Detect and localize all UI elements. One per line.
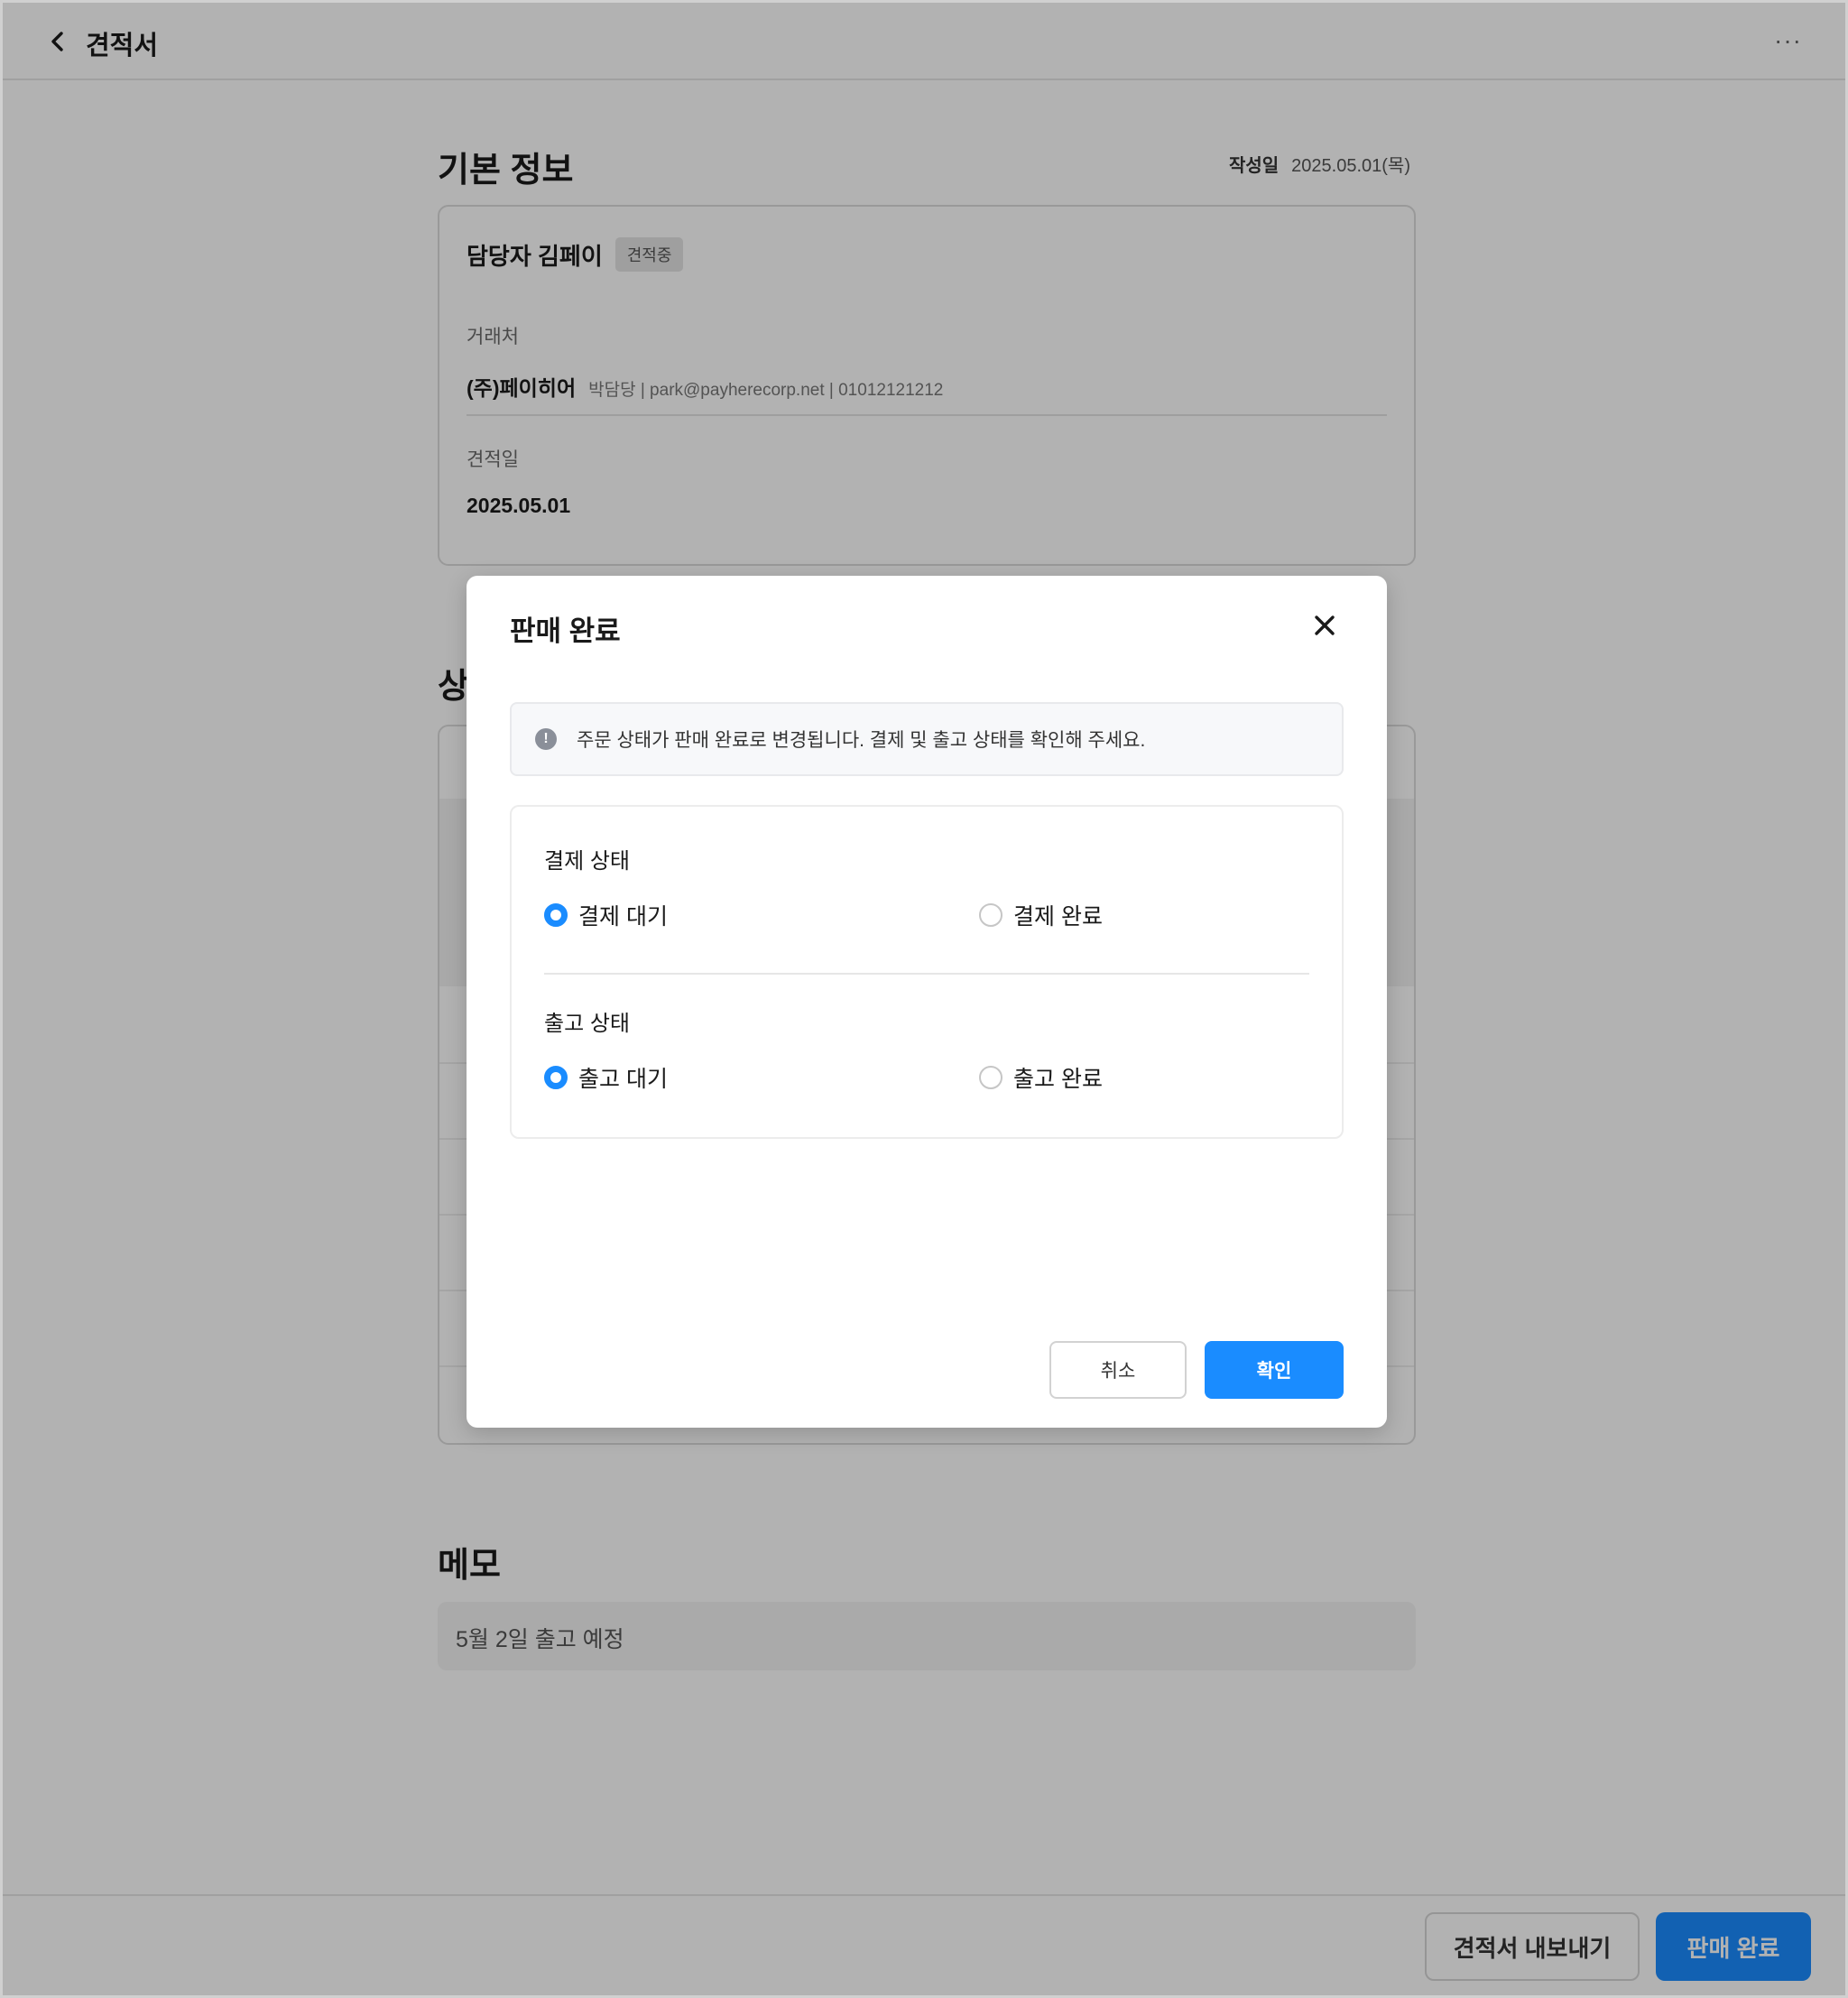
radio-shipping-pending[interactable]: 출고 대기: [544, 1061, 668, 1094]
notice-text: 주문 상태가 판매 완료로 변경됩니다. 결제 및 출고 상태를 확인해 주세요…: [577, 730, 1146, 751]
cancel-button[interactable]: 취소: [1049, 1341, 1187, 1399]
radio-payment-complete[interactable]: 결제 완료: [979, 899, 1103, 931]
radio-selected-icon: [544, 903, 568, 927]
confirm-button[interactable]: 확인: [1205, 1341, 1344, 1399]
app-window: 견적서 ··· 기본 정보 작성일 2025.05.01(목) 담당자 김페이 견…: [0, 0, 1848, 1998]
radio-label: 결제 대기: [578, 904, 668, 930]
exclamation-icon: !: [535, 728, 557, 750]
notice-banner: ! 주문 상태가 판매 완료로 변경됩니다. 결제 및 출고 상태를 확인해 주…: [510, 702, 1344, 776]
radio-shipping-complete[interactable]: 출고 완료: [979, 1061, 1103, 1094]
close-icon[interactable]: [1309, 610, 1340, 641]
modal-title: 판매 완료: [510, 615, 621, 647]
radio-unselected-icon: [979, 903, 1003, 927]
divider: [544, 973, 1309, 975]
radio-label: 출고 완료: [1013, 1067, 1103, 1092]
radio-label: 결제 완료: [1013, 904, 1103, 930]
radio-label: 출고 대기: [578, 1067, 668, 1092]
status-options: 결제 상태 결제 대기 결제 완료 출고 상태 출고 대기 출고 완료: [510, 805, 1344, 1139]
payment-status-label: 결제 상태: [544, 849, 630, 874]
radio-selected-icon: [544, 1066, 568, 1089]
complete-sale-modal: 판매 완료 ! 주문 상태가 판매 완료로 변경됩니다. 결제 및 출고 상태를…: [467, 576, 1387, 1428]
radio-payment-pending[interactable]: 결제 대기: [544, 899, 668, 931]
shipping-status-label: 출고 상태: [544, 1012, 630, 1036]
radio-unselected-icon: [979, 1066, 1003, 1089]
